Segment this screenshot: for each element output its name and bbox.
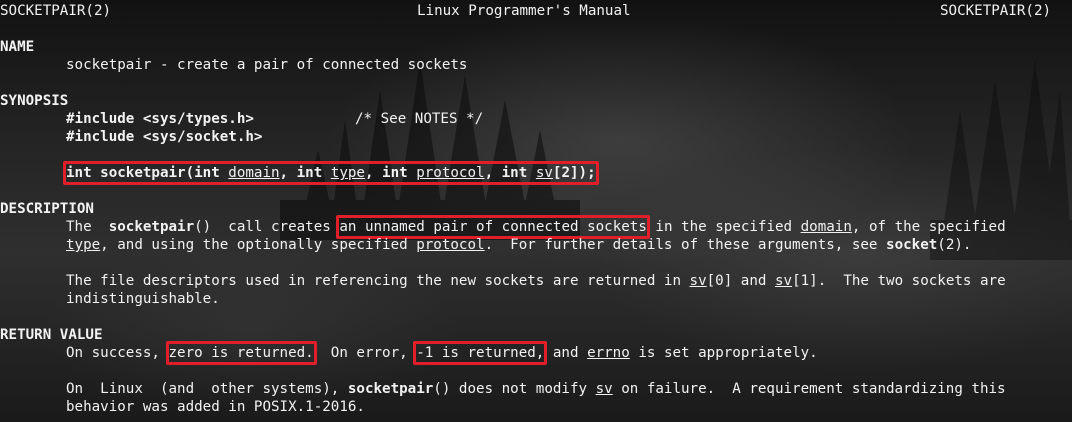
param-domain: domain	[228, 165, 280, 181]
highlight-box-zero-returned: zero is returned.	[165, 341, 317, 365]
header-left: SOCKETPAIR(2)	[0, 3, 112, 19]
include-types: #include <sys/types.h>	[66, 111, 254, 127]
section-synopsis-heading: SYNOPSIS	[0, 93, 69, 109]
include-socket: #include <sys/socket.h>	[66, 129, 263, 145]
highlight-box-prototype: int socketpair(int domain, int type, int…	[63, 161, 599, 185]
description-line-4: indistinguishable.	[66, 291, 220, 307]
header-right: SOCKETPAIR(2)	[940, 3, 1052, 19]
param-protocol: protocol	[416, 165, 485, 181]
section-return-value-heading: RETURN VALUE	[0, 327, 103, 343]
include-comment: /* See NOTES */	[355, 111, 484, 127]
man-page-terminal: SOCKETPAIR(2) Linux Programmer's Manual …	[0, 0, 1072, 422]
param-type: type	[330, 165, 365, 181]
header-center: Linux Programmer's Manual	[417, 3, 631, 19]
highlight-box-minus-one-returned: -1 is returned,	[413, 341, 548, 365]
description-line-1: The socketpair() call creates an unnamed…	[66, 215, 1006, 239]
return-line-3: behavior was added in POSIX.1-2016.	[66, 399, 365, 415]
return-line-1: On success, zero is returned. On error, …	[66, 341, 818, 365]
socket-reference: socket	[886, 237, 938, 253]
section-name-heading: NAME	[0, 39, 35, 55]
function-prototype: int socketpair(int domain, int type, int…	[63, 161, 599, 185]
description-line-3: The file descriptors used in referencing…	[66, 273, 1006, 289]
section-description-heading: DESCRIPTION	[0, 201, 94, 217]
return-line-2: On Linux (and other systems), socketpair…	[66, 381, 1006, 397]
param-sv: sv	[535, 165, 553, 181]
name-text: socketpair - create a pair of connected …	[66, 57, 468, 73]
description-line-2: type, and using the optionally specified…	[66, 237, 972, 253]
